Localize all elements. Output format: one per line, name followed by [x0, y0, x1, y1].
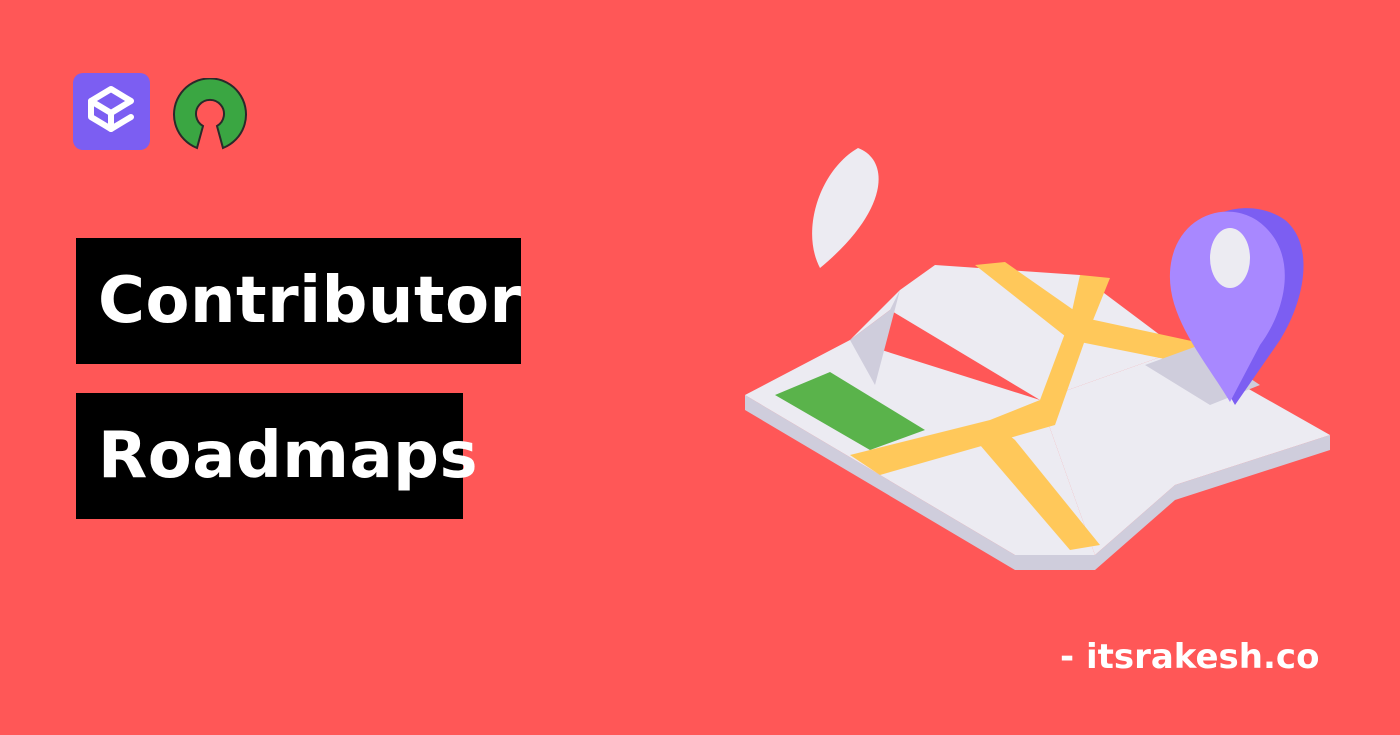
leaf-icon	[812, 148, 879, 268]
credit-text: - itsrakesh.co	[1060, 637, 1320, 677]
title-line-1: Contributor	[76, 238, 521, 364]
title-line-2: Roadmaps	[76, 393, 478, 519]
open-sauced-logo-icon	[73, 73, 150, 150]
map-illustration	[745, 148, 1330, 570]
open-source-initiative-logo-icon	[170, 77, 250, 150]
